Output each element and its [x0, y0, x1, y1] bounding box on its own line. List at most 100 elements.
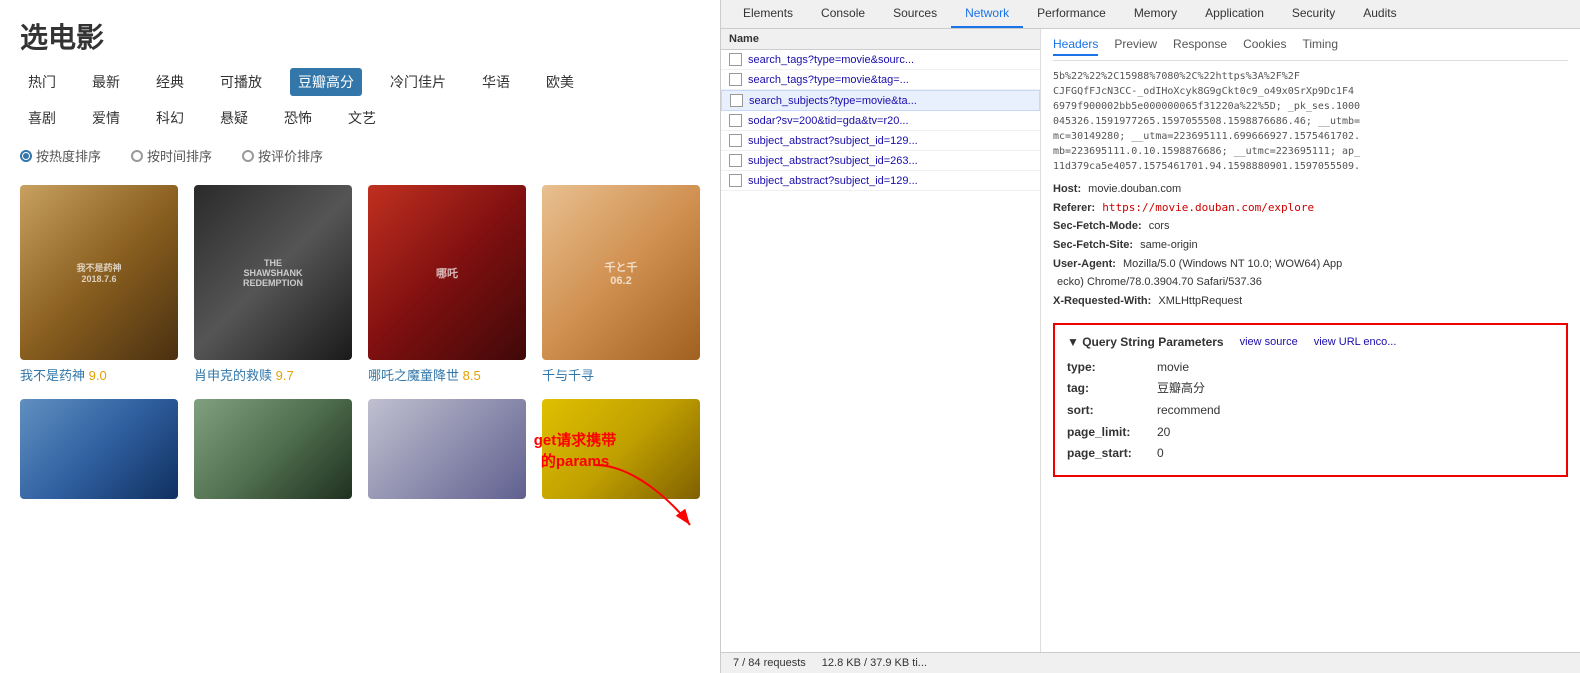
nav-obscure[interactable]: 冷门佳片 [382, 68, 454, 96]
qsp-param-page-start: page_start: 0 [1067, 443, 1554, 465]
network-checkbox-4[interactable] [729, 114, 742, 127]
network-checkbox-3[interactable] [730, 94, 743, 107]
host-row: Host: movie.douban.com [1053, 180, 1568, 199]
nav-new[interactable]: 最新 [84, 68, 128, 96]
nav-western[interactable]: 欧美 [538, 68, 582, 96]
qsp-param-type: type: movie [1067, 357, 1554, 379]
movie-title-1: 我不是药神 9.0 [20, 365, 178, 384]
network-name-3: search_subjects?type=movie&ta... [749, 95, 1031, 107]
movie-title-3: 哪吒之魔童降世 8.5 [368, 365, 526, 384]
query-string-parameters-section: ▼ Query String Parameters view source vi… [1053, 323, 1568, 477]
poster-text-3: 哪吒 [368, 185, 526, 360]
network-checkbox-6[interactable] [729, 154, 742, 167]
fetch-site-row: Sec-Fetch-Site: same-origin [1053, 236, 1568, 255]
movie-card-3[interactable]: 哪吒 哪吒之魔童降世 8.5 [368, 185, 526, 384]
qsp-param-tag: tag: 豆瓣高分 [1067, 378, 1554, 400]
nav-douban-high[interactable]: 豆瓣高分 [290, 68, 362, 96]
movie-title-4: 千与千寻 [542, 365, 700, 384]
radio-hot-icon [20, 150, 32, 162]
qsp-title: ▼ Query String Parameters [1067, 335, 1224, 349]
network-checkbox-7[interactable] [729, 174, 742, 187]
detail-tabs: Headers Preview Response Cookies Timing [1053, 37, 1568, 61]
qsp-view-source[interactable]: view source [1240, 336, 1298, 348]
movie-title-2: 肖申克的救赎 9.7 [194, 365, 352, 384]
tab-security[interactable]: Security [1278, 0, 1349, 28]
network-name-7: subject_abstract?subject_id=129... [748, 175, 1032, 187]
poster-4: 千と千06.2 [542, 185, 700, 360]
poster-5: 疯狂动物城 [20, 399, 178, 499]
tab-console[interactable]: Console [807, 0, 879, 28]
cookie-header: 5b%22%22%2C15988%7080%2C%22https%3A%2F%2… [1053, 69, 1568, 174]
qsp-param-sort: sort: recommend [1067, 400, 1554, 422]
devtools-body: Name search_tags?type=movie&sourc... sea… [721, 29, 1580, 652]
nav-classic[interactable]: 经典 [148, 68, 192, 96]
poster-text-2: THESHAWSHANKREDEMPTION [194, 185, 352, 360]
fetch-mode-row: Sec-Fetch-Mode: cors [1053, 217, 1568, 236]
network-name-6: subject_abstract?subject_id=263... [748, 155, 1032, 167]
network-row-5[interactable]: subject_abstract?subject_id=129... [721, 131, 1040, 151]
detail-tab-cookies[interactable]: Cookies [1243, 37, 1286, 56]
poster-2: THESHAWSHANKREDEMPTION [194, 185, 352, 360]
network-checkbox-1[interactable] [729, 53, 742, 66]
sort-hot[interactable]: 按热度排序 [20, 146, 101, 165]
tab-application[interactable]: Application [1191, 0, 1278, 28]
network-checkbox-2[interactable] [729, 73, 742, 86]
network-list-header: Name [721, 29, 1040, 50]
tab-elements[interactable]: Elements [729, 0, 807, 28]
network-list: Name search_tags?type=movie&sourc... sea… [721, 29, 1041, 652]
qsp-title-row: ▼ Query String Parameters view source vi… [1067, 335, 1554, 349]
nav-hot[interactable]: 热门 [20, 68, 64, 96]
detail-tab-preview[interactable]: Preview [1114, 37, 1157, 56]
sort-score[interactable]: 按评价排序 [242, 146, 323, 165]
tab-network[interactable]: Network [951, 0, 1023, 28]
network-row-7[interactable]: subject_abstract?subject_id=129... [721, 171, 1040, 191]
tab-memory[interactable]: Memory [1120, 0, 1191, 28]
poster-1: 我不是药神2018.7.6 [20, 185, 178, 360]
movie-card-2[interactable]: THESHAWSHANKREDEMPTION 肖申克的救赎 9.7 [194, 185, 352, 384]
detail-tab-timing[interactable]: Timing [1302, 37, 1338, 56]
nav-chinese[interactable]: 华语 [474, 68, 518, 96]
movie-card-5[interactable]: 疯狂动物城 [20, 399, 178, 499]
movie-card-1[interactable]: 我不是药神2018.7.6 我不是药神 9.0 [20, 185, 178, 384]
detail-tab-response[interactable]: Response [1173, 37, 1227, 56]
network-row-1[interactable]: search_tags?type=movie&sourc... [721, 50, 1040, 70]
annotation-arrow [575, 455, 705, 545]
nav-row-1: 热门 最新 经典 可播放 豆瓣高分 冷门佳片 华语 欧美 [0, 64, 720, 100]
nav-comedy[interactable]: 喜剧 [20, 104, 64, 132]
sort-row: 按热度排序 按时间排序 按评价排序 [0, 136, 720, 175]
tab-performance[interactable]: Performance [1023, 0, 1120, 28]
nav-suspense[interactable]: 悬疑 [212, 104, 256, 132]
poster-text-5: 疯狂动物城 [20, 399, 178, 499]
network-row-3[interactable]: search_subjects?type=movie&ta... [721, 90, 1040, 111]
nav-art[interactable]: 文艺 [340, 104, 384, 132]
network-row-4[interactable]: sodar?sv=200&tid=gda&tv=r20... [721, 111, 1040, 131]
network-name-1: search_tags?type=movie&sourc... [748, 54, 1032, 66]
sort-time[interactable]: 按时间排序 [131, 146, 212, 165]
devtools-bottom-bar: 7 / 84 requests 12.8 KB / 37.9 KB ti... [721, 652, 1580, 673]
page-title: 选电影 [0, 0, 720, 64]
tab-audits[interactable]: Audits [1349, 0, 1410, 28]
nav-romance[interactable]: 爱情 [84, 104, 128, 132]
poster-3: 哪吒 [368, 185, 526, 360]
nav-scifi[interactable]: 科幻 [148, 104, 192, 132]
devtools-panel: Elements Console Sources Network Perform… [720, 0, 1580, 673]
qsp-param-page-limit: page_limit: 20 [1067, 422, 1554, 444]
network-name-4: sodar?sv=200&tid=gda&tv=r20... [748, 115, 1032, 127]
nav-horror[interactable]: 恐怖 [276, 104, 320, 132]
qsp-view-url[interactable]: view URL enco... [1314, 336, 1397, 348]
nav-playable[interactable]: 可播放 [212, 68, 270, 96]
request-details: Headers Preview Response Cookies Timing … [1041, 29, 1580, 652]
tab-sources[interactable]: Sources [879, 0, 951, 28]
radio-time-icon [131, 150, 143, 162]
devtools-tabs: Elements Console Sources Network Perform… [721, 0, 1580, 29]
network-checkbox-5[interactable] [729, 134, 742, 147]
radio-score-icon [242, 150, 254, 162]
detail-tab-headers[interactable]: Headers [1053, 37, 1098, 56]
referer-row: Referer: https://movie.douban.com/explor… [1053, 199, 1568, 218]
network-row-6[interactable]: subject_abstract?subject_id=263... [721, 151, 1040, 171]
headers-section: 5b%22%22%2C15988%7080%2C%22https%3A%2F%2… [1053, 69, 1568, 311]
request-count: 7 / 84 requests [733, 657, 806, 669]
movie-card-4[interactable]: 千と千06.2 千与千寻 [542, 185, 700, 384]
network-row-2[interactable]: search_tags?type=movie&tag=... [721, 70, 1040, 90]
network-name-5: subject_abstract?subject_id=129... [748, 135, 1032, 147]
